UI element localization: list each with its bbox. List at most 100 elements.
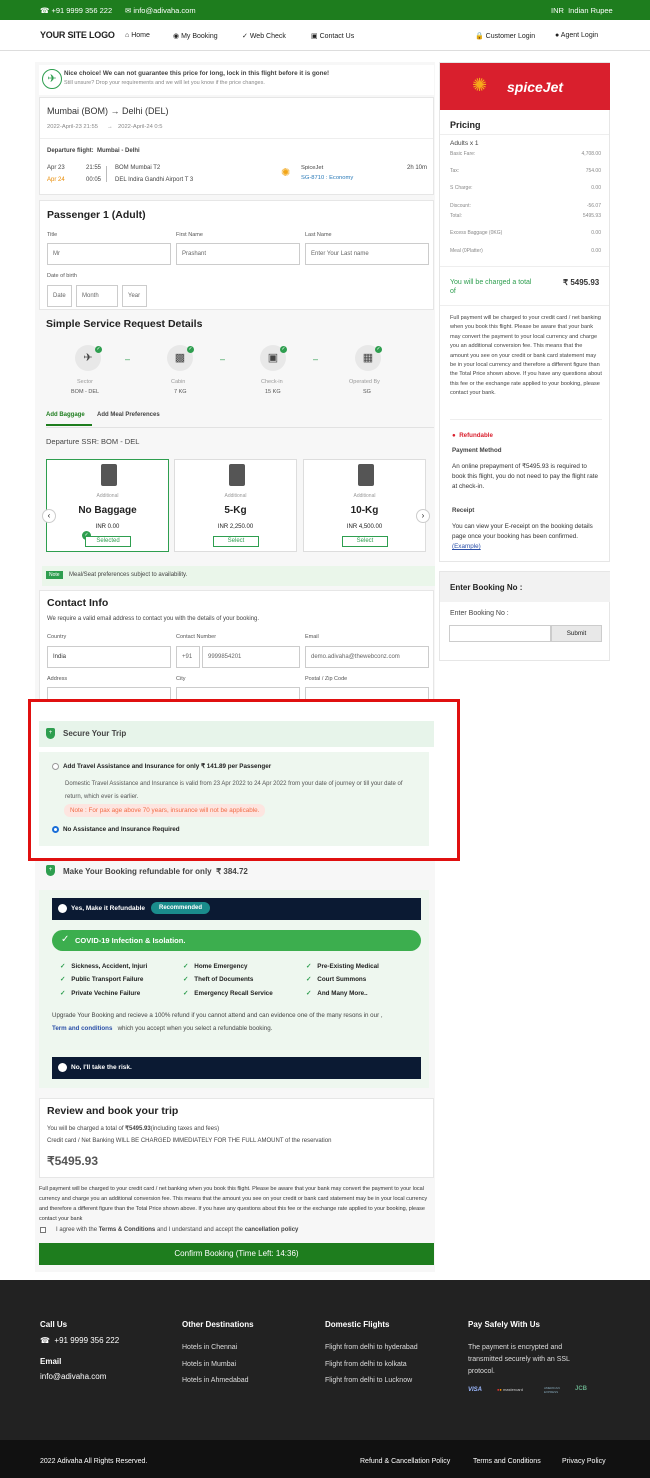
booking-submit-button[interactable]: Submit — [551, 625, 602, 642]
bag-selected-button[interactable]: Selected — [85, 536, 131, 547]
refundable-no-label: No, I'll take the risk. — [71, 1064, 132, 1071]
dob-year-select[interactable]: Year — [122, 285, 147, 307]
currency-selector[interactable]: INR Indian Rupee — [551, 6, 613, 15]
arrow-icon: → — [107, 124, 113, 130]
booking-number-input[interactable] — [449, 625, 551, 642]
service-heading: Simple Service Request Details — [46, 318, 203, 330]
confirm-booking-button[interactable]: Confirm Booking (Time Left: 14:36) — [39, 1243, 434, 1265]
top-bar: ☎ +91 9999 356 222 ✉ info@adivaha.com IN… — [0, 0, 650, 20]
first-name-input[interactable]: Prashant — [176, 243, 300, 265]
booking-lookup: Enter Booking No : Enter Booking No : Su… — [439, 571, 610, 661]
refundable-no-option[interactable]: No, I'll take the risk. — [52, 1057, 421, 1079]
bag-option-none[interactable]: Additional No Baggage INR 0.00 ✓ Selecte… — [46, 459, 169, 552]
bag-select-button[interactable]: Select — [342, 536, 388, 547]
ssr-label: Departure SSR: BOM - DEL — [46, 437, 140, 446]
arr-airport: DEL Indira Gandhi Airport T 3 — [115, 177, 194, 183]
terms-link[interactable]: Terms & Conditions — [99, 1227, 156, 1233]
phone-code-input[interactable]: +91 — [176, 646, 200, 668]
alert-icon: ● — [452, 432, 456, 439]
review-disclaimer: Full payment will be charged to your cre… — [39, 1186, 428, 1222]
dep-label: Departure flight: Mumbai - Delhi — [47, 148, 140, 154]
email-input[interactable]: demo.adivaha@thewebconz.com — [305, 646, 429, 668]
title-select[interactable]: Mr — [47, 243, 171, 265]
cover-item: ✓ Pre-Existing Medical — [306, 963, 379, 970]
review-card: Review and book your trip You will be ch… — [39, 1098, 434, 1178]
dep-datetime: 2022-April-23 21:55 — [47, 124, 98, 130]
bag-title: 10-Kg — [350, 505, 379, 516]
refundable-label: ● Refundable — [452, 432, 493, 439]
flight-number: SG-8710 : Economy — [301, 175, 354, 181]
receipt-heading: Receipt — [452, 507, 475, 514]
nav-customer-login[interactable]: 🔒 Customer Login — [475, 32, 535, 40]
tab-add-baggage[interactable]: Add Baggage — [46, 412, 85, 418]
note-tag: Note — [46, 571, 63, 579]
example-link[interactable]: (Example) — [452, 543, 481, 550]
dob-date-select[interactable]: Date — [47, 285, 72, 307]
cover-item: ✓ Public Transport Failure — [60, 976, 144, 983]
dob-month-select[interactable]: Month — [76, 285, 118, 307]
price-row: Discount: -56.07 — [450, 203, 601, 209]
nav-web-check[interactable]: ✓ Web Check — [242, 32, 286, 40]
receipt-text: You can view your E-receipt on the booki… — [452, 523, 593, 550]
footer-terms-link[interactable]: Terms and Conditions — [473, 1458, 541, 1465]
price-row: S Charge: 0.00 — [450, 185, 601, 191]
carousel-next-button[interactable]: › — [416, 509, 430, 523]
footer-link[interactable]: Hotels in Chennai — [182, 1344, 237, 1351]
price-notice: ✈ Nice choice! We can not guarantee this… — [39, 65, 434, 95]
footer-privacy-link[interactable]: Privacy Policy — [562, 1458, 606, 1465]
site-logo[interactable]: YOUR SITE LOGO — [40, 30, 115, 40]
footer-refund-link[interactable]: Refund & Cancellation Policy — [360, 1458, 450, 1465]
top-phone[interactable]: ☎ +91 9999 356 222 — [40, 6, 112, 15]
refundable-yes-option[interactable]: Yes, Make it Refundable Recommended — [52, 898, 421, 920]
footer-link[interactable]: Hotels in Ahmedabad — [182, 1377, 249, 1384]
carousel-prev-button[interactable]: ‹ — [42, 509, 56, 523]
passenger-card: Passenger 1 (Adult) Title Mr First Name … — [39, 200, 434, 310]
refundable-no-radio[interactable] — [58, 1063, 67, 1072]
tab-add-meal[interactable]: Add Meal Preferences — [97, 412, 160, 418]
footer-pay-text: The payment is encrypted and transmitted… — [468, 1344, 570, 1375]
footer-link[interactable]: Flight from delhi to Lucknow — [325, 1377, 412, 1384]
top-email[interactable]: ✉ info@adivaha.com — [125, 6, 196, 15]
footer-pay-heading: Pay Safely With Us — [468, 1320, 540, 1329]
cabin-label: Cabin — [171, 379, 186, 385]
footer-link[interactable]: Hotels in Mumbai — [182, 1361, 236, 1368]
agree-checkbox[interactable] — [40, 1227, 46, 1233]
refundable-yes-radio[interactable] — [58, 904, 67, 913]
cover-item: ✓ Theft of Documents — [183, 976, 254, 983]
cover-item: ✓ And Many More.. — [306, 990, 368, 997]
bag-additional-label: Additional — [96, 493, 119, 499]
refund-header: + Make Your Booking refundable for only … — [39, 863, 434, 883]
checkin-value: 15 KG — [265, 389, 281, 395]
phone-input[interactable]: 9999854201 — [202, 646, 300, 668]
bag-option-5kg[interactable]: Additional 5-Kg INR 2,250.00 Select — [174, 459, 297, 552]
upgrade-text: Upgrade Your Booking and recieve a 100% … — [52, 1012, 383, 1019]
footer-email[interactable]: info@adivaha.com — [40, 1372, 106, 1381]
last-name-input[interactable]: Enter Your Last name — [305, 243, 429, 265]
last-name-label: Last Name — [305, 232, 332, 238]
checkin-label: Check-in — [261, 379, 283, 385]
flight-duration: 2h 10m — [407, 165, 428, 171]
terms-link[interactable]: Term and conditions — [52, 1025, 112, 1032]
price-row: Meal (0Platter) 0.00 — [450, 248, 601, 254]
nav-agent-login[interactable]: ● Agent Login — [555, 32, 598, 39]
agree-label: I agree with the Terms & Conditions and … — [56, 1227, 299, 1233]
footer-link[interactable]: Flight from delhi to hyderabad — [325, 1344, 418, 1351]
bag-price: INR 2,250.00 — [217, 524, 254, 530]
bag-title: 5-Kg — [224, 505, 247, 516]
terms-line: Term and conditions which you accept whe… — [52, 1025, 273, 1032]
visa-icon: VISA — [468, 1387, 483, 1393]
cancellation-policy-link[interactable]: cancellation policy — [245, 1227, 299, 1233]
bag-select-button[interactable]: Select — [213, 536, 259, 547]
agent-icon: ● — [555, 32, 560, 39]
footer-link[interactable]: Flight from delhi to kolkata — [325, 1361, 407, 1368]
country-label: Country — [47, 634, 67, 640]
nav-contact[interactable]: ▣ Contact Us — [311, 32, 354, 40]
footer: Call Us ☎ +91 9999 356 222 Email info@ad… — [0, 1280, 650, 1440]
footer-phone[interactable]: ☎ +91 9999 356 222 — [40, 1336, 119, 1345]
country-select[interactable]: India — [47, 646, 171, 668]
nav-home[interactable]: ⌂ Home — [125, 32, 150, 39]
bag-option-10kg[interactable]: Additional 10-Kg INR 4,500.00 Select — [303, 459, 426, 552]
dep-clock: 21:55 — [86, 165, 102, 171]
arr-datetime: 2022-April-24 0:5 — [118, 124, 163, 130]
nav-my-booking[interactable]: ◉ My Booking — [173, 32, 218, 40]
